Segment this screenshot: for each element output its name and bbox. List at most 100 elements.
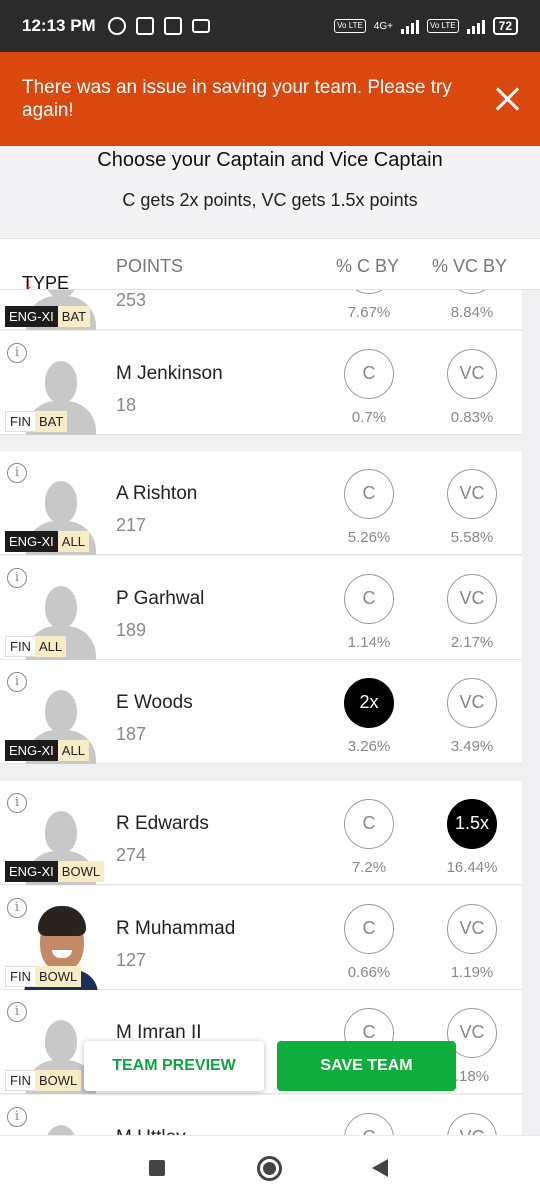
column-points[interactable]: POINTS [116, 256, 183, 277]
player-row: i ENG-XI BOWL R Edwards 274 C 1.5x 7.2% 1… [0, 781, 522, 885]
role-name: ALL [57, 531, 89, 552]
column-header: TYPE ↓ POINTS % C BY % VC BY [0, 238, 540, 293]
player-name: R Muhammad [116, 918, 236, 939]
player-name: M Jenkinson [116, 363, 223, 384]
player-row: i ENG-XIBAT 253 C VC 7.67% 8.84% [0, 290, 522, 330]
team-role-badge: ENG-XI ALL [5, 531, 89, 552]
volte-icon: Vo LTE [334, 19, 366, 33]
network-type: 4G+ [373, 20, 393, 32]
player-name: A Rishton [116, 483, 198, 504]
column-vc-by[interactable]: % VC BY [432, 256, 507, 277]
team-name: ENG-XI [5, 740, 58, 761]
player-row: i ENG-XI ALL E Woods 187 2x VC 3.26% 3.49… [0, 660, 522, 764]
close-icon[interactable] [494, 86, 520, 112]
vice-captain-button[interactable]: VC [447, 1113, 497, 1135]
role-name: BOWL [34, 966, 82, 987]
header-section: Choose your Captain and Vice Captain C g… [0, 146, 540, 238]
captain-button[interactable]: C [344, 1113, 394, 1135]
role-name: ALL [57, 740, 89, 761]
captain-percent: 7.2% [351, 859, 387, 876]
mute-bell-icon [107, 17, 126, 35]
back-icon[interactable] [372, 1159, 388, 1177]
player-points: 217 [116, 515, 147, 535]
player-points: 274 [116, 845, 147, 865]
captain-percent: 7.67% [347, 304, 391, 321]
signal-icon [400, 18, 419, 34]
player-row: i FIN BAT M Jenkinson 18 C VC 0.7% 0.83% [0, 331, 522, 435]
vice-captain-button[interactable]: VC [447, 469, 497, 519]
player-points: 127 [116, 950, 147, 970]
team-name: FIN [5, 636, 35, 657]
team-name: ENG-XI [5, 531, 58, 552]
captain-button[interactable]: C [344, 469, 394, 519]
column-c-by[interactable]: % C BY [336, 256, 399, 277]
vice-captain-percent: 16.44% [446, 859, 498, 876]
captain-button[interactable]: C [344, 349, 394, 399]
page-subtitle: C gets 2x points, VC gets 1.5x points [122, 190, 418, 210]
player-name: R Edwards [116, 813, 209, 834]
role-name: BAT [57, 306, 91, 327]
error-message: There was an issue in saving your team. … [22, 77, 452, 121]
vice-captain-percent: 8.84% [450, 304, 494, 321]
team-name: ENG-XI [5, 306, 58, 327]
volte-icon-2: Vo LTE [426, 19, 459, 33]
role-name: BAT [34, 411, 68, 432]
vice-captain-percent: 5.58% [450, 529, 494, 546]
status-bar: 12:13 PM Vo LTE 4G+ Vo LTE 72 [0, 0, 540, 52]
team-role-badge: ENG-XI ALL [5, 740, 89, 761]
team-role-badge: ENG-XI BOWL [5, 861, 105, 882]
page-title: Choose your Captain and Vice Captain [97, 149, 443, 171]
player-points: 18 [116, 395, 137, 415]
error-banner: There was an issue in saving your team. … [0, 52, 540, 146]
team-role-badge: FIN ALL [5, 636, 67, 657]
captain-percent: 0.66% [347, 964, 391, 981]
vice-captain-button[interactable]: VC [447, 678, 497, 728]
vice-captain-percent: 1.19% [450, 964, 494, 981]
navigation-bar [0, 1135, 540, 1200]
vice-captain-button[interactable]: VC [447, 574, 497, 624]
vice-captain-button[interactable]: VC [447, 904, 497, 954]
vice-captain-percent: 2.17% [450, 634, 494, 651]
captain-percent: 1.14% [347, 634, 391, 651]
captain-button-selected[interactable]: 2x [344, 678, 394, 728]
player-name: P Garhwal [116, 588, 205, 609]
role-name: BOWL [57, 861, 105, 882]
team-role-badge: FIN BOWL [5, 966, 82, 987]
captain-percent: 0.7% [351, 409, 387, 426]
vice-captain-button-selected[interactable]: 1.5x [447, 799, 497, 849]
captain-button[interactable]: C [344, 799, 394, 849]
captain-button[interactable]: C [344, 574, 394, 624]
team-preview-button[interactable]: TEAM PREVIEW [84, 1041, 264, 1091]
player-row: i M Uttley C VC [0, 1095, 522, 1135]
player-points: 253 [116, 290, 147, 310]
battery-icon: 72 [492, 17, 518, 35]
captain-button[interactable]: C [344, 904, 394, 954]
signal-icon-2 [466, 18, 485, 34]
team-name: ENG-XI [5, 861, 58, 882]
captain-percent: 3.26% [347, 738, 391, 755]
team-role-badge: FIN BAT [5, 411, 68, 432]
player-name: E Woods [116, 692, 193, 713]
player-points: 189 [116, 620, 147, 640]
b-app-icon [135, 17, 154, 35]
player-row: i FIN ALL P Garhwal 189 C VC 1.14% 2.17% [0, 556, 522, 660]
vr-icon [191, 19, 210, 33]
player-row: i ENG-XI ALL A Rishton 217 C VC 5.26% 5.5… [0, 451, 522, 555]
vice-captain-button[interactable]: VC [447, 290, 497, 294]
vice-captain-percent: 0.83% [450, 409, 494, 426]
team-name: FIN [5, 1070, 35, 1091]
status-time: 12:13 PM [22, 16, 96, 35]
vice-captain-button[interactable]: VC [447, 349, 497, 399]
team-role-badge: FIN BOWL [5, 1070, 82, 1091]
player-list[interactable]: i ENG-XIBAT 253 C VC 7.67% 8.84% i FINBA… [0, 290, 540, 1135]
role-name: BOWL [34, 1070, 82, 1091]
player-row: i FIN BOWL R Muhammad 127 C VC 0.66% 1.19… [0, 886, 522, 990]
player-name: M Uttley [116, 1127, 186, 1135]
save-team-button[interactable]: SAVE TEAM [277, 1041, 456, 1091]
captain-button[interactable]: C [344, 290, 394, 294]
recents-icon[interactable] [149, 1160, 165, 1176]
role-name: ALL [34, 636, 67, 657]
avatar [20, 1113, 102, 1135]
home-icon[interactable] [257, 1156, 282, 1181]
shield-app-icon [163, 17, 182, 35]
